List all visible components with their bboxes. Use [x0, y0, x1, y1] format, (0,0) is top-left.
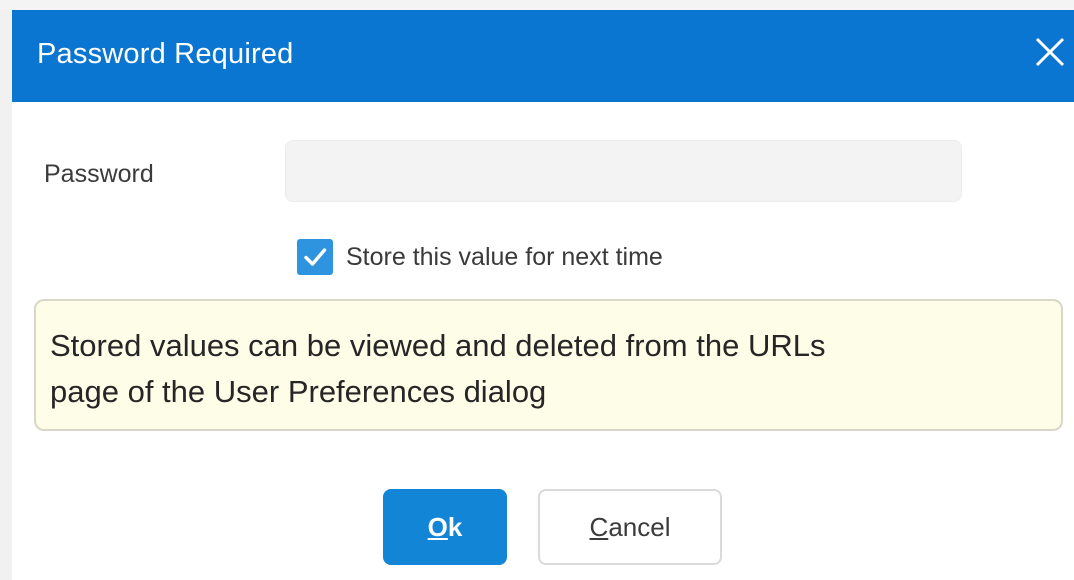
window-left-edge	[0, 10, 12, 580]
store-value-checkbox[interactable]	[297, 239, 333, 275]
password-field[interactable]	[285, 140, 962, 202]
cancel-button[interactable]: Cancel	[538, 489, 722, 565]
store-value-label: Store this value for next time	[346, 242, 663, 271]
window-top-edge	[0, 0, 1074, 10]
info-notice: Stored values can be viewed and deleted …	[34, 299, 1063, 431]
password-label: Password	[44, 160, 154, 188]
cancel-mnemonic: C	[589, 511, 609, 542]
ok-label-rest: k	[447, 511, 463, 542]
ok-mnemonic: O	[427, 511, 448, 542]
store-value-checkbox-row[interactable]: Store this value for next time	[297, 237, 663, 277]
info-text-line-2: page of the User Preferences dialog	[50, 374, 547, 409]
dialog-title: Password Required	[37, 38, 294, 70]
ok-button[interactable]: Ok	[383, 489, 507, 565]
password-required-dialog: Password Required Password Store this va…	[0, 0, 1074, 580]
checkmark-icon	[304, 248, 327, 266]
info-text-line-1: Stored values can be viewed and deleted …	[50, 328, 826, 363]
title-bar: Password Required	[12, 10, 1074, 102]
cancel-label-rest: ancel	[608, 511, 671, 542]
close-icon[interactable]	[1030, 32, 1070, 72]
